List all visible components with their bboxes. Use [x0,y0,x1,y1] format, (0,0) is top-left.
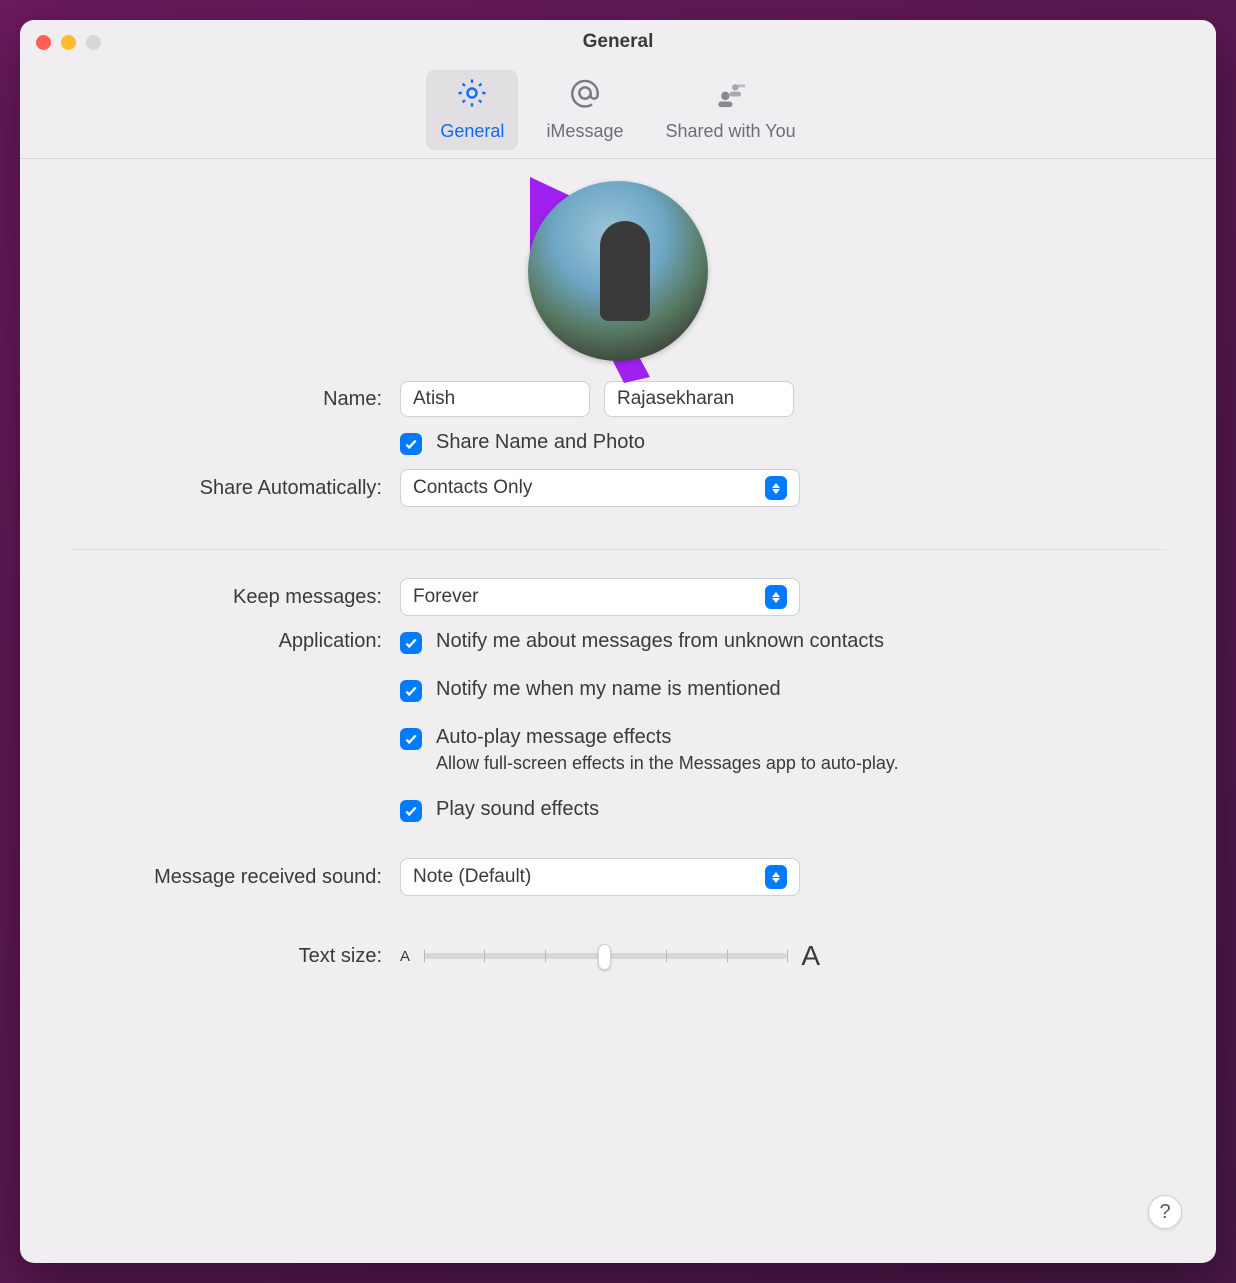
first-name-input[interactable]: Atish [400,381,590,417]
slider-thumb[interactable] [598,944,611,970]
share-auto-select[interactable]: Contacts Only [400,469,800,507]
content-area: Name: Atish Rajasekharan Share Name and … [20,159,1216,1263]
sound-label: Message received sound: [70,866,400,889]
tab-imessage[interactable]: iMessage [532,70,637,150]
divider [70,549,1166,550]
people-icon [714,76,748,115]
autoplay-label: Auto-play message effects [436,726,899,749]
close-window-button[interactable] [36,35,51,50]
name-label: Name: [70,388,400,411]
tab-general[interactable]: General [426,70,518,150]
tab-label: General [440,121,504,142]
text-size-label: Text size: [70,945,400,968]
tab-label: Shared with You [665,121,795,142]
select-stepper-icon [765,865,787,889]
help-button[interactable]: ? [1148,1195,1182,1229]
play-sound-label: Play sound effects [436,798,599,821]
profile-avatar[interactable] [528,181,708,361]
select-value: Note (Default) [413,866,531,888]
notify-unknown-checkbox[interactable] [400,632,422,654]
toolbar: General iMessage Shared wit [20,64,1216,159]
share-auto-label: Share Automatically: [70,477,400,500]
text-size-min-icon: A [400,948,410,965]
tab-shared-with-you[interactable]: Shared with You [651,70,809,150]
last-name-input[interactable]: Rajasekharan [604,381,794,417]
keep-messages-label: Keep messages: [70,586,400,609]
titlebar: General [20,20,1216,64]
notify-mention-label: Notify me when my name is mentioned [436,678,781,701]
play-sound-checkbox[interactable] [400,800,422,822]
select-stepper-icon [765,476,787,500]
autoplay-checkbox[interactable] [400,728,422,750]
select-value: Contacts Only [413,477,532,499]
select-stepper-icon [765,585,787,609]
window-title: General [20,31,1216,53]
notify-unknown-label: Notify me about messages from unknown co… [436,630,884,653]
application-label: Application: [70,630,400,653]
share-name-photo-label: Share Name and Photo [436,431,645,454]
notify-mention-checkbox[interactable] [400,680,422,702]
sound-select[interactable]: Note (Default) [400,858,800,896]
zoom-window-button[interactable] [86,35,101,50]
minimize-window-button[interactable] [61,35,76,50]
keep-messages-select[interactable]: Forever [400,578,800,616]
text-size-slider[interactable] [424,953,787,959]
autoplay-sublabel: Allow full-screen effects in the Message… [436,753,899,774]
share-name-photo-checkbox[interactable] [400,433,422,455]
tab-label: iMessage [546,121,623,142]
at-sign-icon [568,76,602,115]
window-controls [36,35,101,50]
preferences-window: General General iMessage [20,20,1216,1263]
gear-icon [455,76,489,115]
text-size-max-icon: A [801,940,820,972]
select-value: Forever [413,586,478,608]
